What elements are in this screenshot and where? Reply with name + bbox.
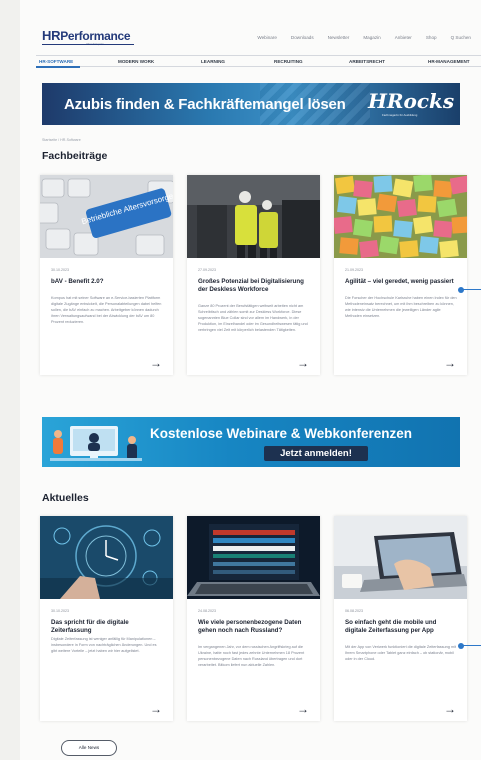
nav-item-modern-work[interactable]: MODERN WORK — [118, 59, 154, 64]
logo-performance: Performance — [60, 29, 131, 43]
news-date: 24.08.2023 — [198, 609, 216, 613]
arrow-right-icon[interactable]: → — [150, 703, 162, 715]
hand-laptop-image — [334, 516, 467, 599]
news-card[interactable]: 06.08.2023 So einfach geht die mobile un… — [334, 516, 467, 721]
nav-item-arbeitsrecht[interactable]: ARBEITSRECHT — [349, 59, 385, 64]
news-card[interactable]: 24.08.2023 Wie viele personenbezogene Da… — [187, 516, 320, 721]
webinar-signup-label: Jetzt anmelden! — [280, 448, 352, 459]
hrocks-brand: HRocks — [368, 89, 455, 113]
arrow-right-icon[interactable]: → — [150, 357, 162, 369]
news-card[interactable]: 30.10.2023 Das spricht für die digitale … — [40, 516, 173, 721]
header: HRPerformance Wissen für Experten Webina… — [20, 0, 481, 52]
news-title[interactable]: Das spricht für die digitale Zeiterfassu… — [51, 619, 165, 634]
logo-underline — [42, 44, 134, 45]
search-link[interactable]: Q Suchen — [451, 35, 471, 40]
top-link-magazin[interactable]: Magazin — [363, 35, 380, 40]
laptop-data-image — [187, 516, 320, 599]
arrow-right-icon[interactable]: → — [297, 357, 309, 369]
news-teaser: Digitale Zeiterfassung ist weniger anfäl… — [51, 637, 157, 653]
sticky-notes-image — [334, 175, 467, 258]
nav-item-learning[interactable]: LEARNING — [201, 59, 225, 64]
news-title[interactable]: So einfach geht die mobile und digitale … — [345, 619, 459, 634]
top-link-downloads[interactable]: Downloads — [291, 35, 314, 40]
ad-banner-hrocks[interactable]: Azubis finden & Fachkräftemangel lösen H… — [42, 83, 460, 125]
article-date: 30.10.2023 — [51, 268, 69, 272]
article-date: 21.09.2023 — [345, 268, 363, 272]
nav-item-recruiting[interactable]: RECRUITING — [274, 59, 303, 64]
workers-image — [187, 175, 320, 258]
hrocks-logo: HRocks Fachmagazin für Ausbildung — [368, 89, 454, 121]
site-logo[interactable]: HRPerformance Wissen für Experten — [42, 28, 131, 46]
top-link-anbieter[interactable]: Anbieter — [395, 35, 412, 40]
digital-clock-image — [40, 516, 173, 599]
all-news-button[interactable]: Alle News — [61, 740, 117, 756]
top-link-newsletter[interactable]: Newsletter — [328, 35, 350, 40]
arrow-right-icon[interactable]: → — [297, 703, 309, 715]
section-title-aktuelles: Aktuelles — [42, 492, 89, 504]
article-teaser: Die Forscher der Hochschule Karlsruhe ha… — [345, 296, 457, 318]
news-teaser: Im vergangenen Jahr, vor dem russischen … — [198, 645, 305, 667]
article-date: 27.09.2023 — [198, 268, 216, 272]
keyboard-image: Betriebliche Altersvorsorge — [40, 175, 173, 258]
annotation-pin — [458, 642, 481, 649]
webinar-illustration-icon — [50, 426, 142, 461]
page: HRPerformance Wissen für Experten Webina… — [20, 0, 481, 760]
article-card[interactable]: Betriebliche Altersvorsorge 30.10.2023 b… — [40, 175, 173, 375]
nav-item-hr-software[interactable]: HR-SOFTWARE — [39, 59, 73, 64]
article-title[interactable]: Agilität – viel geredet, wenig passiert — [345, 278, 459, 286]
nav-item-hr-management[interactable]: HR-MANAGEMENT — [428, 59, 470, 64]
news-date: 06.08.2023 — [345, 609, 363, 613]
all-news-label: Alle News — [78, 745, 100, 750]
top-link-webinare[interactable]: Webinare — [257, 35, 277, 40]
ad-banner-webinare[interactable]: Kostenlose Webinare & Webkonferenzen Jet… — [42, 417, 460, 467]
article-teaser: Kompus hat mit seiner Software an e-Serv… — [51, 296, 162, 324]
article-title[interactable]: Großes Potenzial bei Digitalisierung der… — [198, 278, 312, 293]
news-title[interactable]: Wie viele personenbezogene Daten gehen n… — [198, 619, 312, 634]
annotation-pin — [458, 286, 481, 293]
article-title[interactable]: bAV - Benefit 2.0? — [51, 278, 165, 286]
webinar-headline: Kostenlose Webinare & Webkonferenzen — [150, 426, 413, 441]
webinar-signup-button[interactable]: Jetzt anmelden! — [264, 446, 368, 461]
article-card[interactable]: 21.09.2023 Agilität – viel geredet, weni… — [334, 175, 467, 375]
news-date: 30.10.2023 — [51, 609, 69, 613]
top-nav: Webinare Downloads Newsletter Magazin An… — [257, 35, 471, 40]
news-teaser: Mit der App von Veriwerk funktioniert di… — [345, 645, 457, 661]
top-link-shop[interactable]: Shop — [426, 35, 437, 40]
logo-hr: HR — [42, 28, 61, 43]
hrocks-subline: Fachmagazin für Ausbildung — [382, 113, 418, 117]
section-title-fachbeitraege: Fachbeiträge — [42, 150, 108, 162]
nav-active-underline — [36, 66, 80, 68]
breadcrumb[interactable]: Startseite / HR-Software — [42, 138, 81, 142]
article-card[interactable]: 27.09.2023 Großes Potenzial bei Digitali… — [187, 175, 320, 375]
main-nav: HR-SOFTWARE MODERN WORK LEARNING RECRUIT… — [36, 55, 481, 68]
arrow-right-icon[interactable]: → — [444, 703, 456, 715]
article-teaser: Ganze 80 Prozent der Berufstätigen weltw… — [198, 304, 308, 332]
arrow-right-icon[interactable]: → — [444, 357, 456, 369]
banner-headline: Azubis finden & Fachkräftemangel lösen — [64, 96, 346, 113]
